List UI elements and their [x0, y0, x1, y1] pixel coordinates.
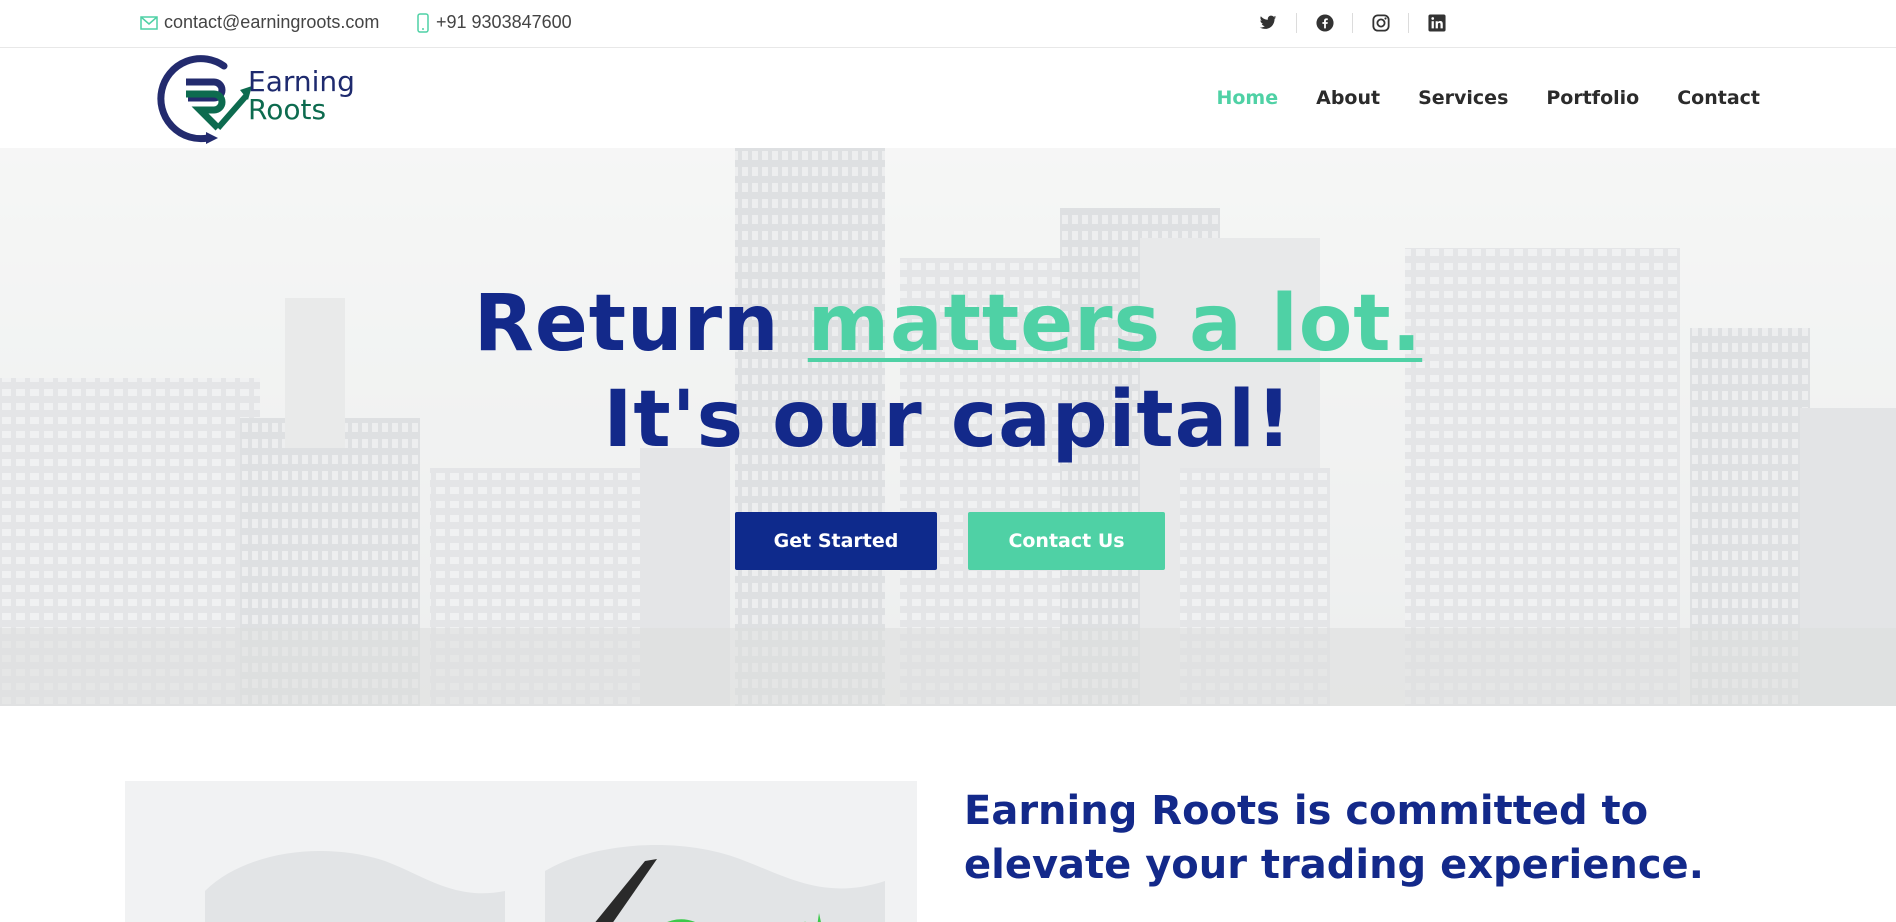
instagram-icon	[1371, 13, 1390, 32]
hero-section: Return matters a lot. It's our capital! …	[0, 148, 1896, 706]
hero-title-accent: matters a lot.	[807, 279, 1423, 369]
linkedin-icon	[1427, 13, 1446, 32]
contact-us-button[interactable]: Contact Us	[968, 512, 1165, 570]
site-header: Earning Roots Home About Services Portfo…	[0, 48, 1896, 148]
twitter-link[interactable]	[1240, 13, 1296, 33]
logo-wordmark: Earning Roots	[248, 68, 355, 124]
nav-portfolio[interactable]: Portfolio	[1546, 87, 1639, 109]
twitter-icon	[1259, 15, 1277, 29]
hero-title-part1: Return	[473, 279, 808, 369]
logo-line-2: Roots	[248, 93, 327, 126]
phone-icon	[416, 12, 430, 33]
top-bar: contact@earningroots.com +91 9303847600	[0, 0, 1896, 48]
nav-home[interactable]: Home	[1216, 87, 1278, 109]
hero-title-line2: It's our capital!	[603, 375, 1293, 465]
email-text[interactable]: contact@earningroots.com	[164, 12, 379, 33]
about-section: Earning Roots is committed to elevate yo…	[0, 706, 1896, 922]
nav-services[interactable]: Services	[1418, 87, 1508, 109]
main-nav: Home About Services Portfolio Contact	[1216, 48, 1760, 148]
earning-roots-logo-icon	[157, 55, 252, 144]
social-links	[1240, 0, 1464, 45]
phone-contact[interactable]: +91 9303847600	[416, 0, 572, 45]
nav-about[interactable]: About	[1316, 87, 1380, 109]
linkedin-link[interactable]	[1408, 12, 1464, 33]
about-heading: Earning Roots is committed to elevate yo…	[964, 788, 1704, 888]
envelope-icon	[140, 15, 158, 30]
phone-text[interactable]: +91 9303847600	[436, 12, 572, 33]
instagram-link[interactable]	[1352, 12, 1408, 33]
hero-title: Return matters a lot. It's our capital!	[0, 276, 1896, 468]
hero-buttons: Get Started Contact Us	[735, 512, 1165, 570]
world-map-chart-illustration	[205, 845, 885, 922]
site-logo[interactable]: Earning Roots	[156, 52, 356, 144]
facebook-icon	[1315, 13, 1334, 32]
get-started-button[interactable]: Get Started	[735, 512, 937, 570]
nav-contact[interactable]: Contact	[1677, 87, 1760, 109]
facebook-link[interactable]	[1296, 12, 1352, 33]
logo-line-1: Earning	[248, 65, 355, 98]
email-contact[interactable]: contact@earningroots.com	[140, 0, 379, 45]
about-illustration	[125, 781, 917, 922]
